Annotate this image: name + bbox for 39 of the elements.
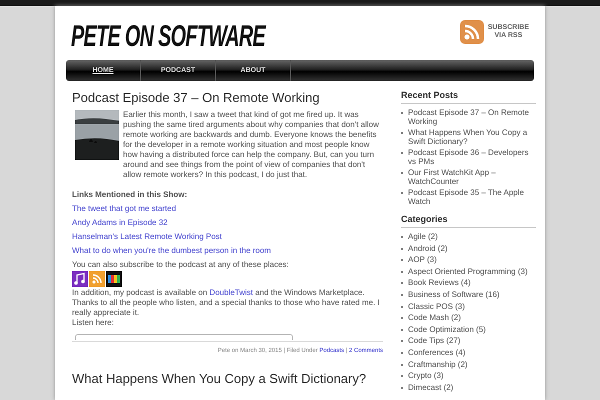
- sidebar-link[interactable]: Android (2): [408, 244, 448, 253]
- sidebar-link[interactable]: Code Optimization (5): [408, 324, 486, 334]
- sidebar-link[interactable]: AOP (3): [408, 255, 437, 264]
- link[interactable]: Andy Adams in Episode 32: [72, 218, 383, 228]
- thanks-text: Thanks to all the people who listen, and a special thanks to those who have rated me. I really appreciate it.: [72, 298, 381, 318]
- sidebar-link[interactable]: Craftmanship (2): [408, 360, 468, 369]
- link[interactable]: The tweet that got me started: [72, 204, 383, 214]
- sidebar-link[interactable]: Code Mash (2): [408, 313, 461, 322]
- subscribe-text: You can also subscribe to the podcast at any of these places:: [72, 260, 290, 270]
- link[interactable]: Hanselman's Latest Remote Working Post: [72, 232, 383, 242]
- link[interactable]: What to do when you're the dumbest person in the room: [72, 246, 383, 256]
- sidebar-link[interactable]: Aspect Oriented Programming (3): [408, 266, 528, 276]
- sidebar-link[interactable]: Conferences (4): [408, 348, 466, 357]
- sidebar-link[interactable]: Dimecast (2): [408, 382, 454, 392]
- audio-player[interactable]: [75, 334, 293, 340]
- widget-heading: Recent Posts: [401, 90, 536, 104]
- sidebar-link[interactable]: Book Reviews (4): [408, 278, 471, 288]
- sidebar-link[interactable]: Classic POS (3): [408, 302, 465, 311]
- equalizer-icon[interactable]: [106, 271, 122, 287]
- sidebar-link[interactable]: Podcast Episode 35 – The Apple Watch: [408, 188, 536, 206]
- sidebar-link[interactable]: Podcast Episode 36 – Developers vs PMs: [408, 148, 536, 166]
- sidebar-link[interactable]: What Happens When You Copy a Swift Dictionary?: [408, 128, 536, 146]
- post-text: Earlier this month, I saw a tweet that kind of got me fired up. It was pushing the same tired arguments about why companies that don't allow remote working are backwards and dumb. Everyone knows the benefits for the developer in a remote working situation and most people know how having a distributed force can help the company. But, can you turn around and see things from the point of view of companies that don't allow remote workers? In this podcast, I do just that.: [123, 110, 380, 180]
- sidebar-link[interactable]: Crypto (3): [408, 371, 444, 380]
- availability-text: In addition, my podcast is available on DoubleTwist and the Windows Marketplace.: [72, 288, 366, 298]
- link[interactable]: DoubleTwist: [209, 288, 253, 297]
- listen-label: Listen here:: [72, 318, 115, 328]
- rss-icon[interactable]: [460, 20, 484, 44]
- links-heading: Links Mentioned in this Show:: [72, 190, 188, 200]
- sidebar-link[interactable]: Podcast Episode 37 – On Remote Working: [408, 108, 536, 126]
- widget-heading: Categories: [401, 214, 536, 228]
- site-logo[interactable]: PETE ON SOFTWARE: [71, 22, 266, 52]
- post-title[interactable]: What Happens When You Copy a Swift Dictionary?: [72, 371, 383, 387]
- sidebar-link[interactable]: Our First WatchKit App – WatchCounter: [408, 168, 536, 186]
- post-title[interactable]: Podcast Episode 37 – On Remote Working: [72, 90, 383, 106]
- music-note-icon[interactable]: [72, 271, 88, 287]
- sidebar-link[interactable]: Business of Software (16): [408, 290, 500, 299]
- sidebar-link[interactable]: Code Tips (27): [408, 336, 460, 346]
- sidebar-link[interactable]: Agile (2): [408, 232, 438, 241]
